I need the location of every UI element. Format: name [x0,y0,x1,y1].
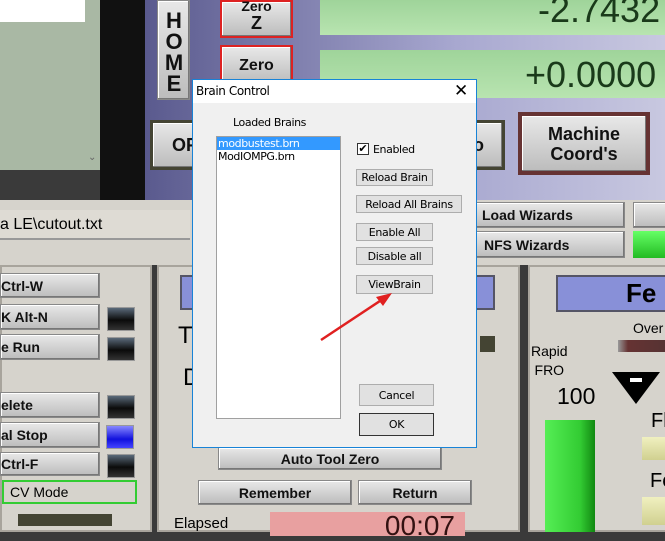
annotation-arrow-icon [320,293,392,342]
